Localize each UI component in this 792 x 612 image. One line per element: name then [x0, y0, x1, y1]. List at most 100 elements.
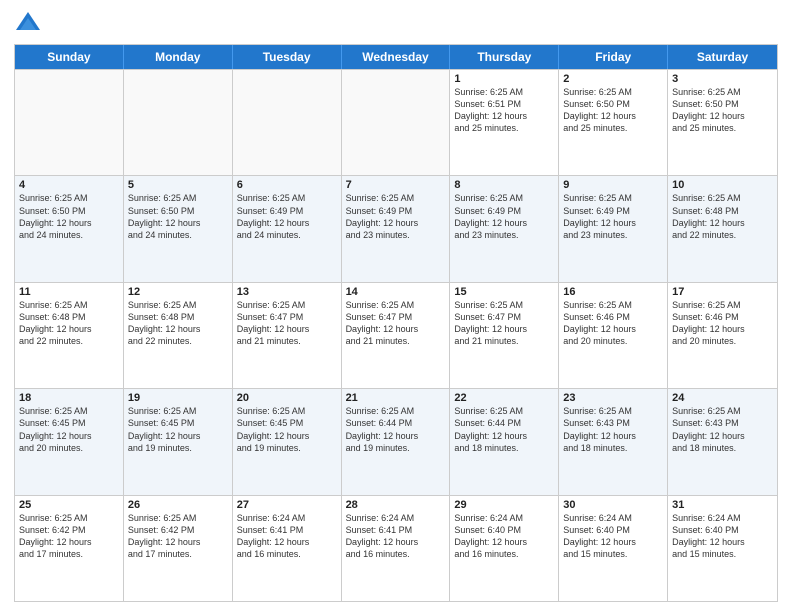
day-number: 15 — [454, 286, 554, 298]
day-info: Sunrise: 6:25 AM Sunset: 6:45 PM Dayligh… — [237, 405, 337, 454]
cal-cell-day-21: 21Sunrise: 6:25 AM Sunset: 6:44 PM Dayli… — [342, 389, 451, 494]
day-number: 22 — [454, 392, 554, 404]
day-number: 3 — [672, 73, 773, 85]
day-info: Sunrise: 6:25 AM Sunset: 6:48 PM Dayligh… — [128, 299, 228, 348]
cal-cell-day-7: 7Sunrise: 6:25 AM Sunset: 6:49 PM Daylig… — [342, 176, 451, 281]
day-number: 6 — [237, 179, 337, 191]
calendar: SundayMondayTuesdayWednesdayThursdayFrid… — [14, 44, 778, 602]
cal-cell-day-11: 11Sunrise: 6:25 AM Sunset: 6:48 PM Dayli… — [15, 283, 124, 388]
page: SundayMondayTuesdayWednesdayThursdayFrid… — [0, 0, 792, 612]
day-number: 4 — [19, 179, 119, 191]
day-number: 16 — [563, 286, 663, 298]
cal-cell-day-24: 24Sunrise: 6:25 AM Sunset: 6:43 PM Dayli… — [668, 389, 777, 494]
cal-row-1: 4 Sunrise: 6:25 AM Sunset: 6:50 PM Daylig… — [15, 175, 777, 281]
day-info: Sunrise: 6:25 AM Sunset: 6:47 PM Dayligh… — [237, 299, 337, 348]
day-number: 21 — [346, 392, 446, 404]
cal-row-0: 1Sunrise: 6:25 AM Sunset: 6:51 PM Daylig… — [15, 69, 777, 175]
day-number: 8 — [454, 179, 554, 191]
cal-cell-day-8: 8Sunrise: 6:25 AM Sunset: 6:49 PM Daylig… — [450, 176, 559, 281]
cal-header-sunday: Sunday — [15, 45, 124, 69]
cal-cell-day-4: 4Sunrise: 6:25 AM Sunset: 6:50 PM Daylig… — [15, 176, 124, 281]
day-info: Sunrise: 6:25 AM Sunset: 6:50 PM Dayligh… — [672, 86, 773, 135]
cal-row-2: 11Sunrise: 6:25 AM Sunset: 6:48 PM Dayli… — [15, 282, 777, 388]
day-info: Sunrise: 6:25 AM Sunset: 6:46 PM Dayligh… — [672, 299, 773, 348]
day-number: 9 — [563, 179, 663, 191]
day-number: 7 — [346, 179, 446, 191]
cal-cell-day-5: 5Sunrise: 6:25 AM Sunset: 6:50 PM Daylig… — [124, 176, 233, 281]
day-info: Sunrise: 6:25 AM Sunset: 6:43 PM Dayligh… — [563, 405, 663, 454]
day-info: Sunrise: 6:25 AM Sunset: 6:47 PM Dayligh… — [454, 299, 554, 348]
day-info: Sunrise: 6:25 AM Sunset: 6:50 PM Dayligh… — [128, 192, 228, 241]
header — [14, 10, 778, 38]
cal-cell-day-25: 25Sunrise: 6:25 AM Sunset: 6:42 PM Dayli… — [15, 496, 124, 601]
day-number: 24 — [672, 392, 773, 404]
cal-cell-day-23: 23Sunrise: 6:25 AM Sunset: 6:43 PM Dayli… — [559, 389, 668, 494]
cal-cell-day-12: 12Sunrise: 6:25 AM Sunset: 6:48 PM Dayli… — [124, 283, 233, 388]
cal-cell-day-14: 14Sunrise: 6:25 AM Sunset: 6:47 PM Dayli… — [342, 283, 451, 388]
day-number: 2 — [563, 73, 663, 85]
day-number: 31 — [672, 499, 773, 511]
cal-cell-day-19: 19Sunrise: 6:25 AM Sunset: 6:45 PM Dayli… — [124, 389, 233, 494]
day-info: Sunrise: 6:25 AM Sunset: 6:44 PM Dayligh… — [346, 405, 446, 454]
cal-cell-day-31: 31Sunrise: 6:24 AM Sunset: 6:40 PM Dayli… — [668, 496, 777, 601]
cal-cell-day-2: 2Sunrise: 6:25 AM Sunset: 6:50 PM Daylig… — [559, 70, 668, 175]
cal-cell-day-10: 10Sunrise: 6:25 AM Sunset: 6:48 PM Dayli… — [668, 176, 777, 281]
day-info: Sunrise: 6:25 AM Sunset: 6:45 PM Dayligh… — [128, 405, 228, 454]
cal-row-4: 25Sunrise: 6:25 AM Sunset: 6:42 PM Dayli… — [15, 495, 777, 601]
cal-header-tuesday: Tuesday — [233, 45, 342, 69]
cal-cell-day-30: 30Sunrise: 6:24 AM Sunset: 6:40 PM Dayli… — [559, 496, 668, 601]
day-info: Sunrise: 6:25 AM Sunset: 6:49 PM Dayligh… — [346, 192, 446, 241]
logo-icon — [14, 10, 42, 38]
day-info: Sunrise: 6:24 AM Sunset: 6:40 PM Dayligh… — [672, 512, 773, 561]
cal-cell-day-16: 16Sunrise: 6:25 AM Sunset: 6:46 PM Dayli… — [559, 283, 668, 388]
cal-cell-day-27: 27Sunrise: 6:24 AM Sunset: 6:41 PM Dayli… — [233, 496, 342, 601]
logo — [14, 10, 46, 38]
cal-header-saturday: Saturday — [668, 45, 777, 69]
cal-header-thursday: Thursday — [450, 45, 559, 69]
day-number: 14 — [346, 286, 446, 298]
cal-cell-day-20: 20Sunrise: 6:25 AM Sunset: 6:45 PM Dayli… — [233, 389, 342, 494]
day-number: 25 — [19, 499, 119, 511]
day-number: 30 — [563, 499, 663, 511]
day-info: Sunrise: 6:25 AM Sunset: 6:44 PM Dayligh… — [454, 405, 554, 454]
day-info: Sunrise: 6:25 AM Sunset: 6:49 PM Dayligh… — [454, 192, 554, 241]
cal-cell-empty — [342, 70, 451, 175]
day-info: Sunrise: 6:25 AM Sunset: 6:50 PM Dayligh… — [563, 86, 663, 135]
day-number: 5 — [128, 179, 228, 191]
day-info: Sunrise: 6:25 AM Sunset: 6:45 PM Dayligh… — [19, 405, 119, 454]
cal-row-3: 18Sunrise: 6:25 AM Sunset: 6:45 PM Dayli… — [15, 388, 777, 494]
cal-cell-day-26: 26Sunrise: 6:25 AM Sunset: 6:42 PM Dayli… — [124, 496, 233, 601]
cal-header-monday: Monday — [124, 45, 233, 69]
day-number: 17 — [672, 286, 773, 298]
day-info: Sunrise: 6:25 AM Sunset: 6:47 PM Dayligh… — [346, 299, 446, 348]
day-info: Sunrise: 6:25 AM Sunset: 6:42 PM Dayligh… — [128, 512, 228, 561]
day-number: 12 — [128, 286, 228, 298]
cal-cell-day-9: 9Sunrise: 6:25 AM Sunset: 6:49 PM Daylig… — [559, 176, 668, 281]
cal-cell-day-29: 29Sunrise: 6:24 AM Sunset: 6:40 PM Dayli… — [450, 496, 559, 601]
day-info: Sunrise: 6:25 AM Sunset: 6:46 PM Dayligh… — [563, 299, 663, 348]
day-info: Sunrise: 6:24 AM Sunset: 6:40 PM Dayligh… — [454, 512, 554, 561]
day-number: 18 — [19, 392, 119, 404]
day-number: 10 — [672, 179, 773, 191]
day-info: Sunrise: 6:25 AM Sunset: 6:42 PM Dayligh… — [19, 512, 119, 561]
day-info: Sunrise: 6:25 AM Sunset: 6:48 PM Dayligh… — [672, 192, 773, 241]
day-info: Sunrise: 6:25 AM Sunset: 6:49 PM Dayligh… — [237, 192, 337, 241]
day-number: 13 — [237, 286, 337, 298]
cal-header-wednesday: Wednesday — [342, 45, 451, 69]
day-number: 20 — [237, 392, 337, 404]
cal-cell-day-15: 15Sunrise: 6:25 AM Sunset: 6:47 PM Dayli… — [450, 283, 559, 388]
day-number: 23 — [563, 392, 663, 404]
cal-header-friday: Friday — [559, 45, 668, 69]
day-info: Sunrise: 6:25 AM Sunset: 6:43 PM Dayligh… — [672, 405, 773, 454]
day-info: Sunrise: 6:24 AM Sunset: 6:41 PM Dayligh… — [346, 512, 446, 561]
day-info: Sunrise: 6:25 AM Sunset: 6:48 PM Dayligh… — [19, 299, 119, 348]
cal-cell-day-3: 3Sunrise: 6:25 AM Sunset: 6:50 PM Daylig… — [668, 70, 777, 175]
cal-cell-empty — [233, 70, 342, 175]
day-info: Sunrise: 6:24 AM Sunset: 6:40 PM Dayligh… — [563, 512, 663, 561]
day-number: 27 — [237, 499, 337, 511]
day-number: 29 — [454, 499, 554, 511]
day-number: 1 — [454, 73, 554, 85]
day-info: Sunrise: 6:24 AM Sunset: 6:41 PM Dayligh… — [237, 512, 337, 561]
day-info: Sunrise: 6:25 AM Sunset: 6:49 PM Dayligh… — [563, 192, 663, 241]
cal-cell-empty — [15, 70, 124, 175]
